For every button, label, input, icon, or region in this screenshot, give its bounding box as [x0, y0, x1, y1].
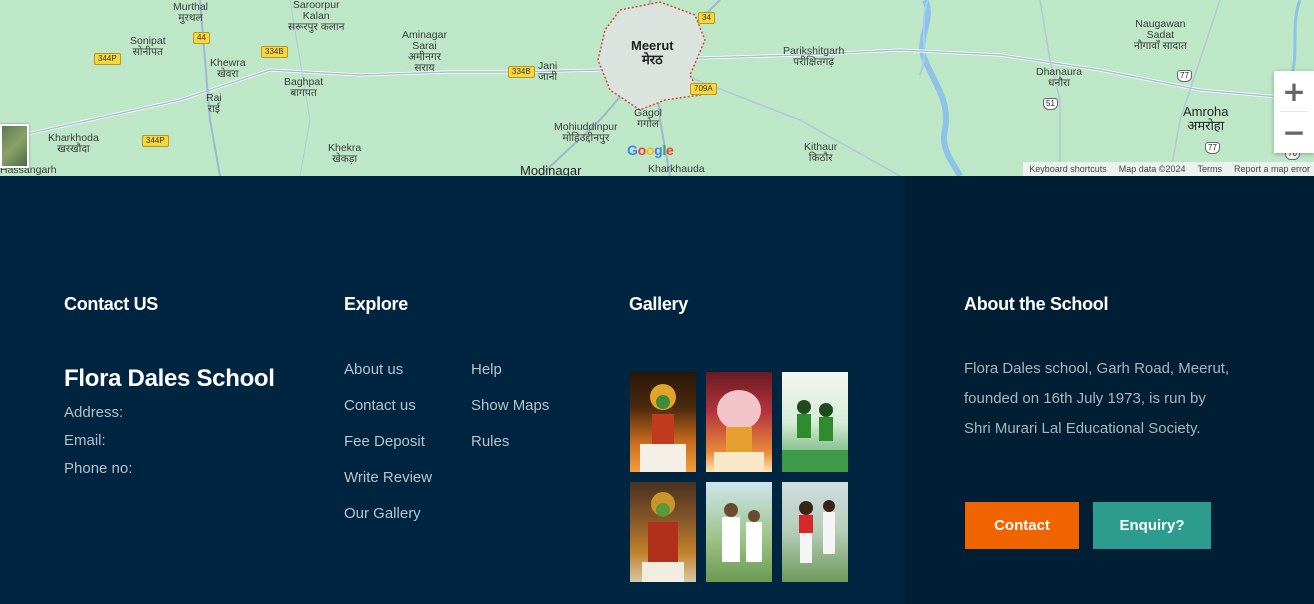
phone-label: Phone no:: [64, 460, 133, 477]
zoom-in-button[interactable]: +: [1274, 71, 1314, 111]
contact-heading: Contact US: [64, 294, 159, 314]
map-label-gagol: Gagol गगोल: [634, 107, 663, 130]
google-logo: Google: [627, 142, 674, 158]
road-shield: 709A: [690, 83, 717, 95]
map-label-modinagar: Modinagar: [520, 163, 582, 177]
gallery-image-kathakali-2[interactable]: [630, 482, 696, 582]
about-description: Flora Dales school, Garh Road, Meerut, f…: [964, 360, 1230, 437]
map-label-dhanaura: Dhanaura धनौरा: [1036, 66, 1083, 89]
map-label-mohiuddinpur: Mohiuddinpur मोहिउद्दीनपुर: [554, 121, 618, 144]
map-label-saroorpur: Saroorpur Kalan सरूरपुर कलान: [288, 0, 345, 33]
kathakali-dancer-icon: [640, 384, 686, 472]
map-label-kithaur: Kithaur किठौर: [804, 141, 838, 164]
girls-dance-icon: [799, 500, 835, 563]
map-label-baghpat: Baghpat बागपत: [284, 76, 324, 99]
map-label-murthal: Murthal मुरथल: [173, 1, 209, 24]
karate-students-icon: [722, 503, 762, 562]
road-shield: 44: [193, 32, 210, 44]
map-data-text: Map data ©2024: [1118, 164, 1186, 174]
map-label-aminagar: Aminagar Sarai अमीनगर सराय: [402, 29, 447, 74]
map-label-kharkhoda: Kharkhoda खरखौदा: [48, 132, 99, 155]
kids-dance-icon: [782, 400, 848, 472]
gallery-image-ganesha[interactable]: [706, 372, 772, 472]
map-label-jani: Jani जानी: [538, 60, 558, 83]
keyboard-shortcuts-link[interactable]: Keyboard shortcuts: [1029, 164, 1107, 174]
road-shield: 34: [698, 12, 715, 24]
highway-shield: 51: [1043, 98, 1058, 110]
map-label-khekra: Khekra खेकड़ा: [328, 142, 362, 165]
address-label: Address:: [64, 404, 124, 421]
zoom-out-button[interactable]: −: [1274, 112, 1314, 152]
map-attribution: Keyboard shortcuts Map data ©2024 Terms …: [1023, 162, 1314, 176]
ganesha-costume-icon: [714, 390, 764, 472]
zoom-control: + −: [1274, 71, 1314, 153]
satellite-toggle[interactable]: [0, 124, 29, 168]
road-shield: 334B: [508, 66, 535, 78]
map-label-khewra: Khewra खेवरा: [210, 57, 246, 80]
explore-heading: Explore: [344, 294, 408, 314]
about-heading: About the School: [964, 294, 1109, 314]
highway-shield: 77: [1177, 70, 1192, 82]
map-label-sonipat: Sonipat सोनीपत: [130, 35, 166, 58]
road-shield: 334B: [261, 46, 288, 58]
road-shield: 344P: [142, 135, 169, 147]
road-shield: 344P: [94, 53, 121, 65]
link-help[interactable]: Help: [471, 361, 502, 378]
gallery-image-karate[interactable]: [706, 482, 772, 582]
map-label-meerut: Meerut मेरठ: [631, 38, 674, 67]
highway-shield: 77: [1205, 142, 1220, 154]
link-show-maps[interactable]: Show Maps: [471, 397, 549, 414]
link-rules[interactable]: Rules: [471, 433, 509, 450]
contact-button[interactable]: Contact: [965, 502, 1079, 549]
link-our-gallery[interactable]: Our Gallery: [344, 505, 421, 522]
link-contact-us[interactable]: Contact us: [344, 397, 416, 414]
gallery-image-kathakali[interactable]: [630, 372, 696, 472]
report-error-link[interactable]: Report a map error: [1234, 164, 1310, 174]
kathakali-performer-icon: [642, 492, 684, 582]
link-write-review[interactable]: Write Review: [344, 469, 432, 486]
enquiry-button[interactable]: Enquiry?: [1093, 502, 1211, 549]
map-label-amroha: Amroha अमरोहा: [1183, 104, 1229, 133]
terms-link[interactable]: Terms: [1197, 164, 1222, 174]
school-name: Flora Dales School: [64, 365, 275, 392]
link-fee-deposit[interactable]: Fee Deposit: [344, 433, 425, 450]
map-embed[interactable]: Murthal मुरथल Saroorpur Kalan सरूरपुर कलान …: [0, 0, 1314, 176]
map-label-rai: Rai राई: [206, 92, 222, 115]
map-label-naugawan: Naugawan Sadat नौगावाँ सादात: [1134, 18, 1187, 52]
map-label-parikshitgarh: Parikshitgarh परीक्षितगढ़: [783, 45, 845, 68]
gallery-image-girls-dance[interactable]: [782, 482, 848, 582]
gallery-image-kids-dance[interactable]: [782, 372, 848, 472]
map-label-kharkhauda: Kharkhauda: [648, 163, 705, 175]
link-about-us[interactable]: About us: [344, 361, 403, 378]
gallery-heading: Gallery: [629, 294, 688, 314]
email-label: Email:: [64, 432, 106, 449]
